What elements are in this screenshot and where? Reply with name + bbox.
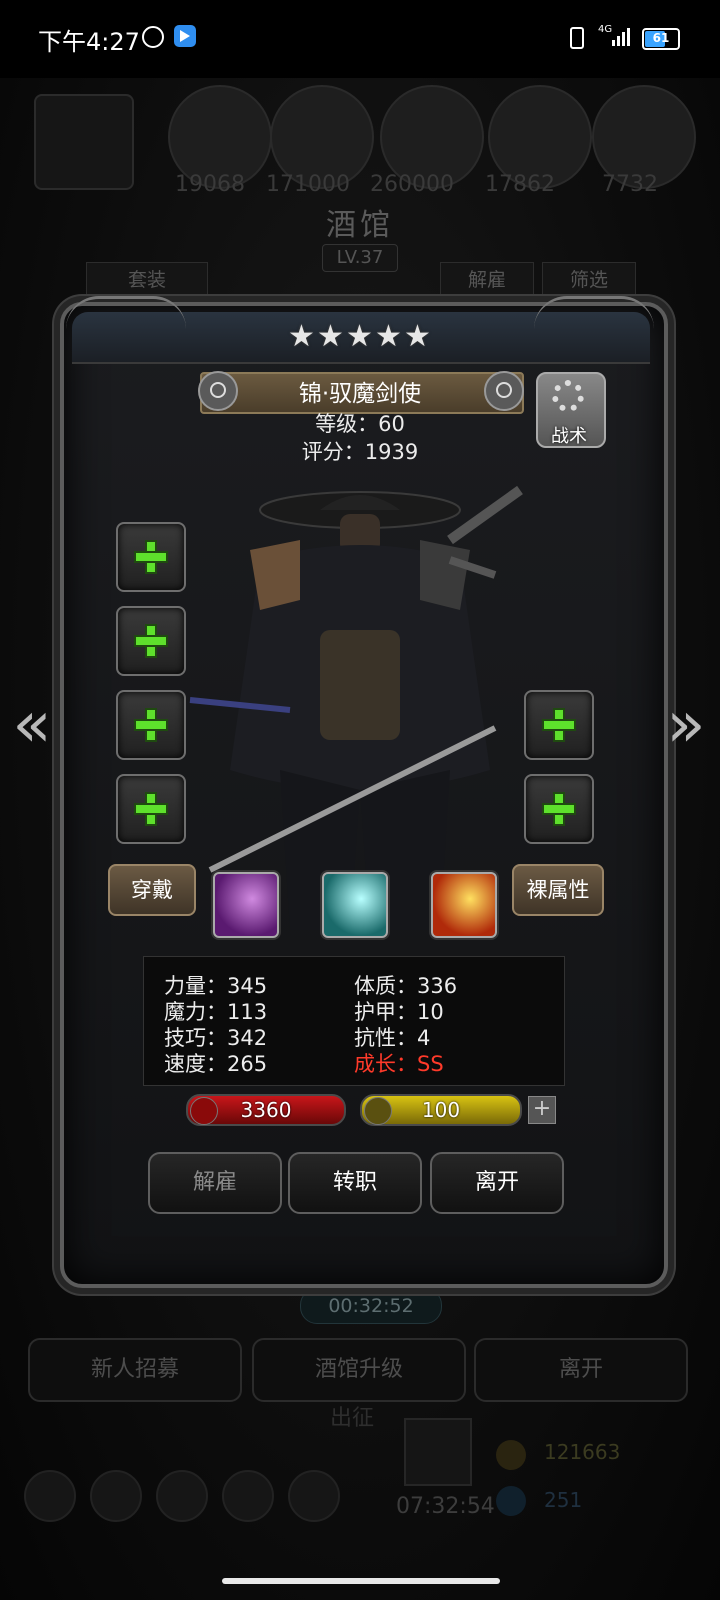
energy-bar: 100 [360,1094,522,1126]
home-indicator[interactable] [222,1578,500,1584]
frame-ornament-right [534,296,654,329]
plus-icon [544,710,574,740]
armor-slot-add[interactable] [116,606,186,676]
gear-icon [552,380,584,412]
accessory-slot-add-2[interactable] [116,774,186,844]
signal-icon [612,28,634,46]
dock-icon-5 [288,1470,340,1522]
stat-growth: 成长：SS [354,1052,444,1076]
gem-count: 251 [544,1488,583,1512]
change-job-button[interactable]: 转职 [288,1152,422,1214]
hero-star-rating: ★ ★ ★ ★ ★ [288,322,433,358]
dock-icon-3 [156,1470,208,1522]
dock-icon-1 [24,1470,76,1522]
hp-value: 3360 [240,1098,292,1122]
star-icon: ★ [346,319,373,354]
plus-icon [136,710,166,740]
new-recruit-button: 新人招募 [28,1338,242,1402]
plus-icon [136,794,166,824]
hourglass-slot-add-1[interactable] [524,690,594,760]
next-hero-arrow-icon[interactable]: » [662,690,710,760]
dismiss-button[interactable]: 解雇 [148,1152,282,1214]
gem-icon [496,1486,526,1516]
resource-count-5: 7732 [602,172,658,197]
dock-icon-4 [222,1470,274,1522]
energy-value: 100 [421,1098,461,1122]
background-leave-button: 离开 [474,1338,688,1402]
plus-icon [544,794,574,824]
base-attributes-button[interactable]: 裸属性 [512,864,604,916]
resource-count-3: 260000 [370,172,454,197]
star-icon: ★ [404,319,431,354]
plus-icon [136,542,166,572]
dismiss-tab: 解雇 [440,262,534,298]
flame-slash-skill-icon[interactable] [431,872,497,938]
tavern-title: 酒馆 [326,208,394,243]
tavern-level: LV.37 [322,244,398,272]
recruit-timer: 00:32:52 [300,1288,442,1324]
cyan-wind-skill-icon[interactable] [322,872,388,938]
accessory-slot-add-1[interactable] [116,690,186,760]
frame-ornament-left [66,296,186,329]
dock-icon-2 [90,1470,142,1522]
resource-count-4: 17862 [485,172,555,197]
stat-speed: 速度：265 [164,1052,268,1076]
tavern-upgrade-button: 酒馆升级 [252,1338,466,1402]
filter-tab: 筛选 [542,262,636,298]
gold-icon [496,1440,526,1470]
plus-icon [136,626,166,656]
vibrate-icon [570,27,584,49]
tactics-label: 战术 [551,426,587,447]
leave-button[interactable]: 离开 [430,1152,564,1214]
gift-box-icon [404,1418,472,1486]
hero-score: 评分：1939 [301,440,419,464]
equip-button[interactable]: 穿戴 [108,864,196,916]
battery-percent: 61 [652,31,670,45]
previous-hero-arrow-icon[interactable]: « [8,690,56,760]
add-energy-button[interactable]: + [528,1096,556,1124]
network-type: 4G [598,24,613,35]
dock-timer: 07:32:54 [396,1494,495,1519]
gold-count: 121663 [544,1440,621,1464]
resource-count-2: 171000 [266,172,350,197]
status-time: 下午4:27 [38,28,140,56]
alarm-icon [142,26,164,48]
star-icon: ★ [375,319,402,354]
hourglass-slot-add-2[interactable] [524,774,594,844]
star-icon: ★ [317,319,344,354]
expedition-label: 出征 [330,1406,375,1431]
suit-tab: 套装 [86,262,208,298]
star-icon: ★ [288,319,315,354]
hero-portrait-bg [34,94,134,190]
purple-slash-skill-icon[interactable] [213,872,279,938]
weapon-slot-add[interactable] [116,522,186,592]
hp-bar: 3360 [186,1094,346,1126]
app-notification-icon [174,25,196,47]
hero-name: 锦·驭魔剑使 [298,381,422,407]
battery-icon: 61 [642,28,680,50]
hero-level: 等级：60 [315,412,405,436]
